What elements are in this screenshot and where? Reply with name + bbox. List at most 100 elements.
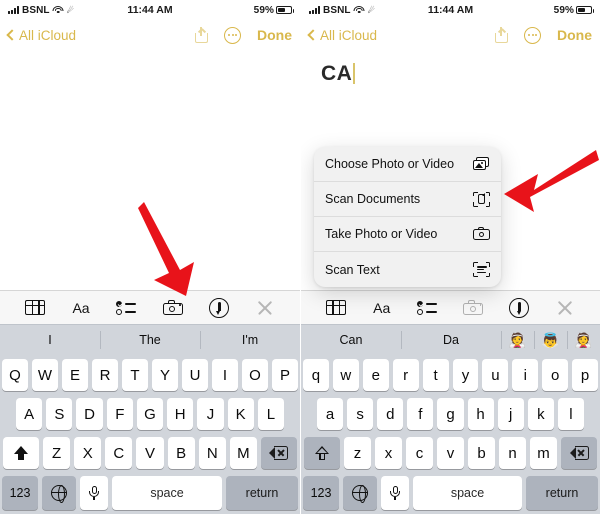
key[interactable]: S [46, 398, 73, 430]
key[interactable]: N [198, 437, 226, 469]
suggestion-item[interactable]: Da [401, 325, 501, 355]
suggestion-item[interactable]: I'm [200, 325, 300, 355]
key[interactable]: u [482, 359, 509, 391]
shift-key[interactable] [304, 437, 340, 469]
key[interactable]: r [392, 359, 419, 391]
globe-key[interactable] [42, 476, 76, 510]
more-ellipsis-icon[interactable] [224, 26, 241, 44]
key[interactable]: E [62, 359, 88, 391]
key[interactable]: e [362, 359, 389, 391]
delete-key[interactable] [561, 437, 597, 469]
key[interactable]: G [136, 398, 164, 430]
key[interactable]: A [16, 398, 43, 430]
done-button[interactable]: Done [557, 27, 592, 43]
key[interactable]: o [542, 359, 569, 391]
menu-item-scan-documents[interactable]: Scan Documents [314, 182, 501, 217]
share-icon[interactable] [495, 27, 508, 43]
key[interactable]: V [136, 437, 164, 469]
suggestion-item[interactable]: Can [301, 325, 401, 355]
markup-pen-icon[interactable] [206, 297, 232, 319]
key[interactable]: W [32, 359, 58, 391]
menu-item-take-photo-or-video[interactable]: Take Photo or Video [314, 217, 501, 252]
key[interactable]: X [74, 437, 102, 469]
space-key[interactable]: space [112, 476, 222, 510]
key[interactable]: v [437, 437, 464, 469]
key[interactable]: K [227, 398, 254, 430]
menu-item-choose-photo-or-video[interactable]: Choose Photo or Video [314, 147, 501, 182]
close-icon[interactable] [552, 297, 578, 319]
key[interactable]: O [242, 359, 268, 391]
key[interactable]: y [452, 359, 479, 391]
table-icon[interactable] [22, 297, 48, 319]
return-key[interactable]: return [226, 476, 298, 510]
key[interactable]: P [272, 359, 298, 391]
key[interactable]: Y [152, 359, 178, 391]
back-button[interactable]: All iCloud [307, 28, 377, 43]
key[interactable]: h [467, 398, 494, 430]
camera-icon[interactable] [460, 297, 486, 319]
format-aa-icon[interactable]: Aa [68, 297, 94, 319]
note-editor-right[interactable]: CA Choose Photo or Video Scan Documents … [301, 50, 600, 290]
camera-icon[interactable] [160, 297, 186, 319]
globe-key[interactable] [343, 476, 377, 510]
return-key[interactable]: return [526, 476, 598, 510]
done-button[interactable]: Done [257, 27, 292, 43]
key[interactable]: J [197, 398, 224, 430]
shift-key[interactable] [3, 437, 39, 469]
delete-key[interactable] [260, 437, 297, 469]
share-icon[interactable] [195, 27, 208, 43]
key[interactable]: H [167, 398, 194, 430]
note-editor-left[interactable] [0, 50, 300, 290]
checklist-icon[interactable] [114, 297, 140, 319]
key[interactable]: L [257, 398, 284, 430]
key[interactable]: l [557, 398, 584, 430]
suggestion-item[interactable]: The [100, 325, 200, 355]
key[interactable]: m [530, 437, 557, 469]
key[interactable]: M [229, 437, 257, 469]
key[interactable]: D [76, 398, 103, 430]
key[interactable]: s [347, 398, 374, 430]
markup-pen-icon[interactable] [506, 297, 532, 319]
back-button[interactable]: All iCloud [6, 28, 76, 43]
table-icon[interactable] [323, 297, 349, 319]
key[interactable]: c [406, 437, 433, 469]
key[interactable]: C [105, 437, 133, 469]
key[interactable]: U [182, 359, 208, 391]
key[interactable]: I [212, 359, 238, 391]
key[interactable]: i [512, 359, 539, 391]
close-icon[interactable] [252, 297, 278, 319]
checklist-icon[interactable] [415, 297, 441, 319]
microphone-key[interactable] [381, 476, 409, 510]
key[interactable]: B [167, 437, 195, 469]
key[interactable]: n [499, 437, 526, 469]
key[interactable]: d [377, 398, 404, 430]
key[interactable]: Z [43, 437, 71, 469]
space-key[interactable]: space [413, 476, 522, 510]
suggestion-emoji[interactable]: 👰 [567, 325, 600, 355]
key[interactable]: j [497, 398, 524, 430]
key[interactable]: w [332, 359, 359, 391]
suggestion-emoji[interactable]: 👰 [501, 325, 534, 355]
key[interactable]: Q [2, 359, 28, 391]
key[interactable]: F [106, 398, 133, 430]
key[interactable]: z [344, 437, 371, 469]
key[interactable]: f [407, 398, 434, 430]
key[interactable]: a [317, 398, 344, 430]
numbers-key[interactable]: 123 [2, 476, 38, 510]
format-aa-icon[interactable]: Aa [369, 297, 395, 319]
numbers-key[interactable]: 123 [303, 476, 339, 510]
menu-item-scan-text[interactable]: Scan Text [314, 252, 501, 287]
key[interactable]: q [302, 359, 329, 391]
key[interactable]: T [122, 359, 148, 391]
key[interactable]: p [572, 359, 599, 391]
key[interactable]: b [468, 437, 495, 469]
key[interactable]: t [422, 359, 449, 391]
key[interactable]: R [92, 359, 118, 391]
microphone-key[interactable] [80, 476, 108, 510]
key[interactable]: k [527, 398, 554, 430]
key[interactable]: x [375, 437, 402, 469]
suggestion-item[interactable]: I [0, 325, 100, 355]
key[interactable]: g [437, 398, 464, 430]
suggestion-emoji[interactable]: 👼 [534, 325, 567, 355]
more-ellipsis-icon[interactable] [524, 26, 541, 44]
